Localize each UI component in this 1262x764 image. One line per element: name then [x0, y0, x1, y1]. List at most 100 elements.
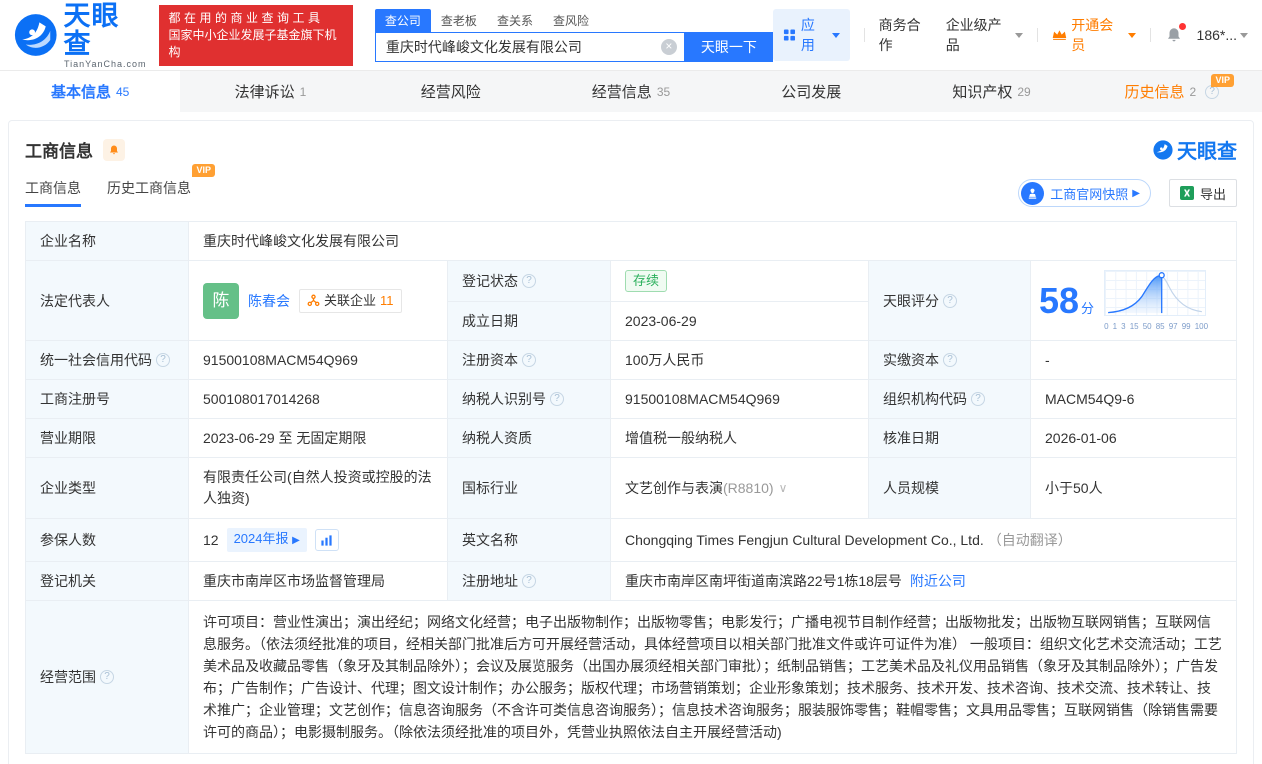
slogan-banner: 都在用的商业查询工具 国家中小企业发展子基金旗下机构 — [158, 4, 353, 66]
help-icon[interactable] — [100, 670, 114, 684]
tab-intellectual-property[interactable]: 知识产权 29 — [901, 71, 1081, 112]
field-label: 参保人数 — [26, 519, 189, 561]
help-icon[interactable] — [943, 293, 957, 308]
search-button[interactable]: 天眼一下 — [684, 31, 773, 62]
notification-dot — [1178, 23, 1186, 30]
field-label-text: 实缴资本 — [883, 352, 939, 368]
notifications-bell[interactable] — [1165, 23, 1186, 44]
field-label: 纳税人资质 — [448, 419, 611, 457]
user-account[interactable]: 186*... — [1197, 27, 1249, 43]
help-icon[interactable] — [156, 353, 170, 367]
field-label-text: 注册地址 — [462, 573, 518, 589]
related-companies-badge[interactable]: 关联企业 11 — [299, 288, 402, 313]
help-icon[interactable] — [522, 353, 536, 367]
related-companies-icon — [307, 294, 320, 307]
field-label: 实缴资本 — [869, 341, 1031, 379]
uscc-value: 91500108MACM54Q969 — [189, 341, 448, 379]
status-badge: 存续 — [625, 270, 668, 292]
search-tab-relation[interactable]: 查关系 — [487, 9, 543, 32]
tianyancha-logo-icon — [14, 14, 57, 56]
nearby-companies-link[interactable]: 附近公司 — [910, 571, 966, 591]
tab-operational-risk[interactable]: 经营风险 — [361, 71, 541, 112]
table-row: 登记机关 重庆市南岸区市场监督管理局 注册地址 重庆市南岸区南坪街道南滨路22号… — [26, 562, 1236, 601]
field-label-text: 天眼评分 — [883, 292, 939, 309]
score-distribution-chart: 0 1 3 15 50 85 97 99 100 — [1104, 270, 1208, 331]
nav-open-vip[interactable]: 开通会员 — [1052, 15, 1136, 55]
legal-rep-name-link[interactable]: 陈春会 — [248, 291, 290, 311]
subtab-business-registration[interactable]: 工商信息 — [25, 178, 81, 207]
search-tab-risk[interactable]: 查风险 — [543, 9, 599, 32]
industry-code: (R8810) — [723, 480, 774, 496]
chevron-down-icon — [1127, 33, 1136, 42]
divider — [863, 28, 865, 42]
field-label: 经营范围 — [26, 601, 189, 753]
divider — [1037, 28, 1039, 42]
business-info-card: 工商信息 天眼查 工商信息 VIP 历史工商信息 工商官网快照 ▶ 导出 企业名… — [8, 120, 1254, 764]
tianyancha-logo[interactable]: 天眼查 TianYanCha.com — [14, 2, 147, 69]
field-label: 国标行业 — [448, 458, 611, 518]
search-input[interactable] — [374, 31, 685, 62]
score-number: 58 — [1039, 279, 1080, 321]
chevron-down-icon[interactable]: ∨ — [779, 478, 788, 498]
annual-report-label: 2024年报 — [233, 531, 289, 546]
tianyancha-watermark-icon — [1153, 139, 1173, 160]
export-button[interactable]: 导出 — [1168, 179, 1237, 207]
monitor-bell-button[interactable] — [103, 138, 125, 161]
insured-trend-chart-button[interactable] — [314, 529, 339, 551]
tab-label: 历史信息 — [1124, 84, 1185, 101]
field-label: 统一社会信用代码 — [26, 341, 189, 379]
score-value[interactable]: 58 分 — [1039, 279, 1094, 321]
field-label: 天眼评分 — [869, 261, 1031, 340]
field-label: 注册资本 — [448, 341, 611, 379]
excel-icon — [1179, 186, 1194, 200]
establish-date-value: 2023-06-29 — [625, 313, 697, 329]
reg-authority-value: 重庆市南岸区市场监督管理局 — [189, 562, 448, 600]
tab-history-info[interactable]: VIP 历史信息 2 — [1082, 71, 1262, 112]
help-icon[interactable] — [971, 392, 985, 406]
paid-capital-value: - — [1045, 352, 1050, 368]
chevron-down-icon — [1015, 33, 1024, 42]
slogan-line2: 国家中小企业发展子基金旗下机构 — [168, 27, 337, 59]
field-label: 登记机关 — [26, 562, 189, 600]
tab-company-development[interactable]: 公司发展 — [721, 71, 901, 112]
tab-label: 经营风险 — [420, 84, 481, 101]
table-row: 企业类型 有限责任公司(自然人投资或控股的法人独资) 国标行业 文艺创作与表演 … — [26, 458, 1236, 519]
chevron-down-icon — [1240, 33, 1249, 42]
search-block: 查公司 查老板 查关系 查风险 × 天眼一下 — [374, 8, 773, 62]
clear-search-icon[interactable]: × — [660, 38, 677, 55]
field-label: 营业期限 — [26, 419, 189, 457]
export-button-label: 导出 — [1199, 186, 1226, 202]
nav-apps[interactable]: 应用 — [772, 9, 850, 61]
help-icon[interactable] — [522, 574, 536, 588]
search-tab-company[interactable]: 查公司 — [374, 8, 431, 32]
taxpayer-quality-value: 增值税一般纳税人 — [611, 419, 869, 457]
tab-basic-info[interactable]: 基本信息 45 — [0, 71, 181, 112]
nav-enterprise-products[interactable]: 企业级产品 — [946, 15, 1024, 55]
brand-name: 天眼查 — [63, 0, 120, 59]
help-icon[interactable] — [550, 392, 564, 406]
field-label: 法定代表人 — [26, 261, 189, 340]
search-tabs: 查公司 查老板 查关系 查风险 — [374, 8, 773, 32]
tab-business-info[interactable]: 经营信息 35 — [541, 71, 721, 112]
subtab-history-registration[interactable]: VIP 历史工商信息 — [107, 164, 215, 207]
table-row: 营业期限 2023-06-29 至 无固定期限 纳税人资质 增值税一般纳税人 核… — [26, 419, 1236, 458]
field-label-text: 统一社会信用代码 — [40, 352, 152, 368]
annual-report-badge[interactable]: 2024年报 ▶ — [226, 528, 307, 552]
search-tab-boss[interactable]: 查老板 — [431, 9, 487, 32]
tab-label: 知识产权 — [952, 84, 1013, 101]
table-row: 经营范围 许可项目：营业性演出；演出经纪；网络文化经营；电子出版物制作；出版物零… — [26, 601, 1236, 754]
nav-business-cooperation[interactable]: 商务合作 — [879, 15, 932, 55]
subtab-label: 历史工商信息 — [107, 180, 191, 196]
field-label: 工商注册号 — [26, 380, 189, 418]
field-label-text: 组织机构代码 — [883, 391, 967, 407]
tab-legal-proceedings[interactable]: 法律诉讼 1 — [180, 71, 360, 112]
field-label: 核准日期 — [869, 419, 1031, 457]
help-icon[interactable] — [943, 353, 957, 367]
official-snapshot-button[interactable]: 工商官网快照 ▶ — [1018, 179, 1151, 207]
snapshot-button-label: 工商官网快照 — [1050, 186, 1129, 202]
help-icon[interactable] — [522, 274, 536, 288]
field-label: 纳税人识别号 — [448, 380, 611, 418]
industry-value: 文艺创作与表演 — [625, 480, 723, 496]
field-label: 组织机构代码 — [869, 380, 1031, 418]
legal-rep-avatar[interactable]: 陈 — [203, 282, 239, 319]
